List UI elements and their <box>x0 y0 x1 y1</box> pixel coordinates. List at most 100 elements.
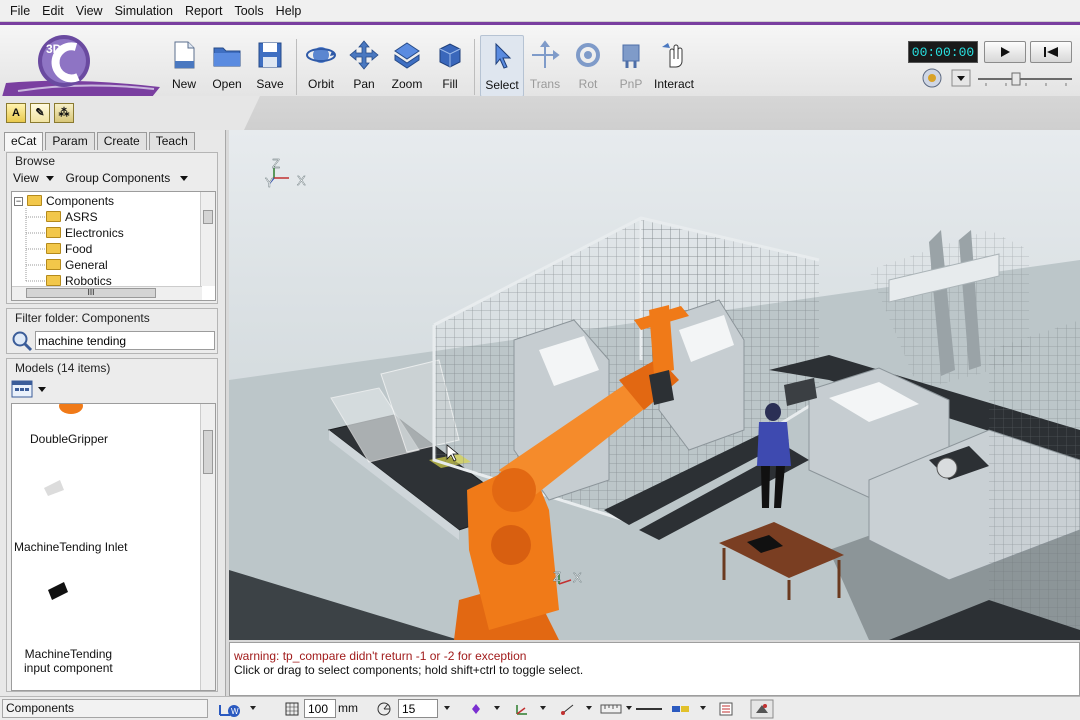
menu-help[interactable]: Help <box>270 0 308 22</box>
group-components-dropdown[interactable]: Group Components <box>65 171 170 185</box>
tree-item-asrs[interactable]: ASRS <box>46 209 98 225</box>
orbit-button[interactable]: Orbit <box>299 35 343 97</box>
filter-input[interactable] <box>35 331 215 350</box>
fill-cube-icon <box>439 43 461 68</box>
tree-item-electronics[interactable]: Electronics <box>46 225 124 241</box>
snap-dropdown-arrow-icon[interactable] <box>494 706 500 710</box>
rotate-button[interactable]: Rot <box>566 35 610 97</box>
text-tool-icon[interactable]: A <box>6 103 26 123</box>
tree-item-label: Electronics <box>65 226 124 240</box>
pencil-icon[interactable]: ✎ <box>30 103 50 123</box>
factory-scene[interactable]: Z Y X Z X <box>229 130 1080 640</box>
pnp-label: PnP <box>619 77 643 91</box>
layers-icon[interactable] <box>718 701 734 717</box>
output-panel: warning: tp_compare didn't return -1 or … <box>229 642 1080 696</box>
app-logo: 3D <box>2 35 160 97</box>
tree-horizontal-scrollbar[interactable]: III <box>12 286 202 300</box>
double-gripper-thumbnail[interactable] <box>56 404 86 416</box>
tree-vertical-scrollbar[interactable] <box>200 192 215 286</box>
plug-and-play-icon <box>622 44 640 68</box>
grid-size-input[interactable] <box>304 699 336 718</box>
group-dropdown-arrow-icon[interactable] <box>179 176 188 181</box>
zoom-button[interactable]: Zoom <box>385 35 429 97</box>
angle-dropdown-arrow-icon[interactable] <box>444 706 450 710</box>
interact-button[interactable]: Interact <box>652 35 696 97</box>
hierarchy-icon[interactable]: ⁂ <box>54 103 74 123</box>
interact-icon <box>662 43 683 68</box>
open-button[interactable]: Open <box>205 35 249 97</box>
secondary-toolbar-band <box>244 96 1080 130</box>
line-style-icon[interactable] <box>634 701 664 717</box>
model-item-machine-tending-input[interactable]: MachineTending input component <box>24 647 113 675</box>
status-text: Components <box>2 699 208 718</box>
simulation-options-icon[interactable] <box>914 67 974 89</box>
view-dropdown[interactable]: View <box>13 171 39 185</box>
world-coordinates-icon[interactable]: W <box>218 701 242 717</box>
tab-ecat[interactable]: eCat <box>4 132 44 151</box>
menu-view[interactable]: View <box>70 0 109 22</box>
folder-icon <box>27 195 42 206</box>
search-icon[interactable] <box>11 330 33 352</box>
align-dropdown-arrow-icon[interactable] <box>586 706 592 710</box>
render-dropdown-arrow-icon[interactable] <box>700 706 706 710</box>
tree-item-components[interactable]: − Components <box>14 193 114 209</box>
menu-simulation[interactable]: Simulation <box>109 0 179 22</box>
select-label: Select <box>485 78 519 92</box>
menu-edit[interactable]: Edit <box>36 0 70 22</box>
simulation-timer: 00:00:00 <box>908 41 978 63</box>
models-scrollbar[interactable] <box>200 404 215 690</box>
measure-dropdown-arrow-icon[interactable] <box>626 706 632 710</box>
align-icon[interactable] <box>560 701 576 717</box>
coordinates-dropdown-arrow-icon[interactable] <box>250 706 256 710</box>
measure-icon[interactable] <box>600 701 622 717</box>
frame-dropdown-arrow-icon[interactable] <box>540 706 546 710</box>
svg-text:W: W <box>231 707 239 716</box>
pnp-button[interactable]: PnP <box>609 35 653 97</box>
tree-item-food[interactable]: Food <box>46 241 92 257</box>
machine-tending-inlet-thumbnail[interactable] <box>40 474 70 498</box>
view-mode-icon[interactable] <box>11 379 49 399</box>
filter-title: Filter folder: Components <box>15 311 150 325</box>
menu-bar: File Edit View Simulation Report Tools H… <box>0 0 1080 22</box>
scrollbar-grip[interactable]: III <box>26 288 156 298</box>
reset-button[interactable] <box>1030 41 1072 63</box>
zoom-label: Zoom <box>391 77 423 91</box>
menu-report[interactable]: Report <box>179 0 229 22</box>
menu-file[interactable]: File <box>4 0 36 22</box>
model-item-machine-tending-inlet[interactable]: MachineTending Inlet <box>14 540 127 554</box>
select-button[interactable]: Select <box>480 35 524 97</box>
pan-button[interactable]: Pan <box>342 35 386 97</box>
tree-item-label: Food <box>65 242 93 256</box>
angle-snap-icon[interactable] <box>376 701 392 717</box>
speed-slider[interactable] <box>976 71 1074 87</box>
fill-button[interactable]: Fill <box>428 35 472 97</box>
new-button[interactable]: New <box>162 35 206 97</box>
tree-item-general[interactable]: General <box>46 257 108 273</box>
frame-axes-icon[interactable] <box>514 701 530 717</box>
menu-tools[interactable]: Tools <box>228 0 269 22</box>
machine-tending-input-thumbnail[interactable] <box>44 576 74 602</box>
render-mode-icon[interactable] <box>670 701 692 717</box>
collapse-icon[interactable]: − <box>14 197 23 206</box>
play-button[interactable] <box>984 41 1026 63</box>
translate-button[interactable]: Trans <box>523 35 567 97</box>
zoom-icon <box>394 42 420 69</box>
pan-label: Pan <box>353 77 375 91</box>
status-bar: Components W mm <box>0 696 1080 720</box>
tab-teach[interactable]: Teach <box>148 132 195 150</box>
output-info: Click or drag to select components; hold… <box>234 663 584 677</box>
tree-lines <box>25 208 45 282</box>
output-warning: warning: tp_compare didn't return -1 or … <box>234 649 527 663</box>
orbit-label: Orbit <box>307 77 334 91</box>
snap-point-icon[interactable] <box>468 701 484 717</box>
grid-snap-icon[interactable] <box>284 701 300 717</box>
tab-param[interactable]: Param <box>45 132 95 150</box>
view-dropdown-arrow-icon[interactable] <box>46 176 55 181</box>
save-button[interactable]: Save <box>248 35 292 97</box>
snapshot-icon[interactable] <box>750 699 774 719</box>
3d-viewport[interactable]: Z Y X Z X <box>229 130 1080 640</box>
angle-snap-input[interactable] <box>398 699 438 718</box>
tab-create[interactable]: Create <box>96 132 147 150</box>
models-list: DoubleGripper MachineTending Inlet Machi… <box>11 403 216 691</box>
model-item-double-gripper[interactable]: DoubleGripper <box>30 432 108 446</box>
